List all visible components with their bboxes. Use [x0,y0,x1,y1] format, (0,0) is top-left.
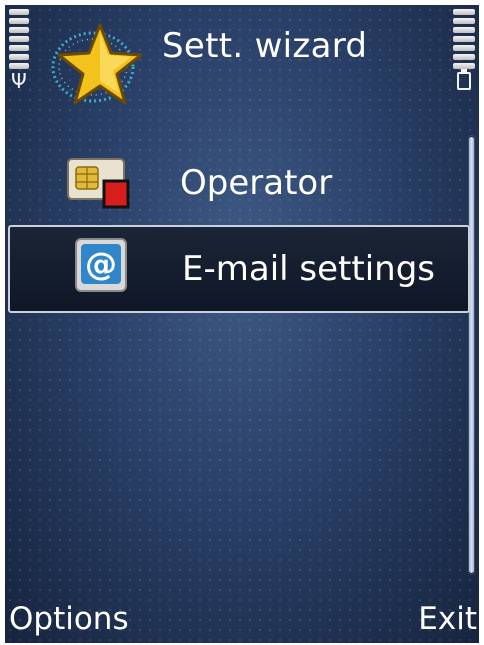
signal-segment [9,27,29,33]
signal-segment [9,36,29,42]
battery-segment [453,36,475,42]
list-item-operator[interactable]: Operator [8,141,466,225]
list-item-label: Operator [180,163,333,203]
list-item-email-settings[interactable]: @ E-mail settings [8,225,470,313]
battery-icon [457,69,471,90]
scrollbar-thumb[interactable] [469,137,474,573]
signal-strength-indicator: Ψ [9,9,31,93]
sim-card-icon [67,158,130,209]
options-softkey[interactable]: Options [9,601,129,637]
antenna-icon: Ψ [11,69,27,93]
signal-segment [9,18,29,24]
list-item-label: E-mail settings [182,249,435,289]
battery-segment [453,18,475,24]
signal-segment [9,45,29,51]
softkey-bar: Options Exit [5,595,479,643]
battery-segment [453,9,475,15]
signal-segment [9,54,29,60]
email-at-icon: @ [75,238,127,292]
settings-wizard-star-icon [51,23,143,105]
exit-softkey[interactable]: Exit [418,601,477,637]
scrollbar[interactable] [468,135,475,575]
svg-text:@: @ [85,245,117,283]
battery-segment [453,45,475,51]
battery-segment [453,54,475,60]
phone-screen: Ψ Sett. wizard Operator @ E-mail setting… [5,5,479,643]
app-title: Sett. wizard [162,26,368,66]
signal-segment [9,9,29,15]
battery-indicator [453,9,475,90]
battery-segment [453,27,475,33]
